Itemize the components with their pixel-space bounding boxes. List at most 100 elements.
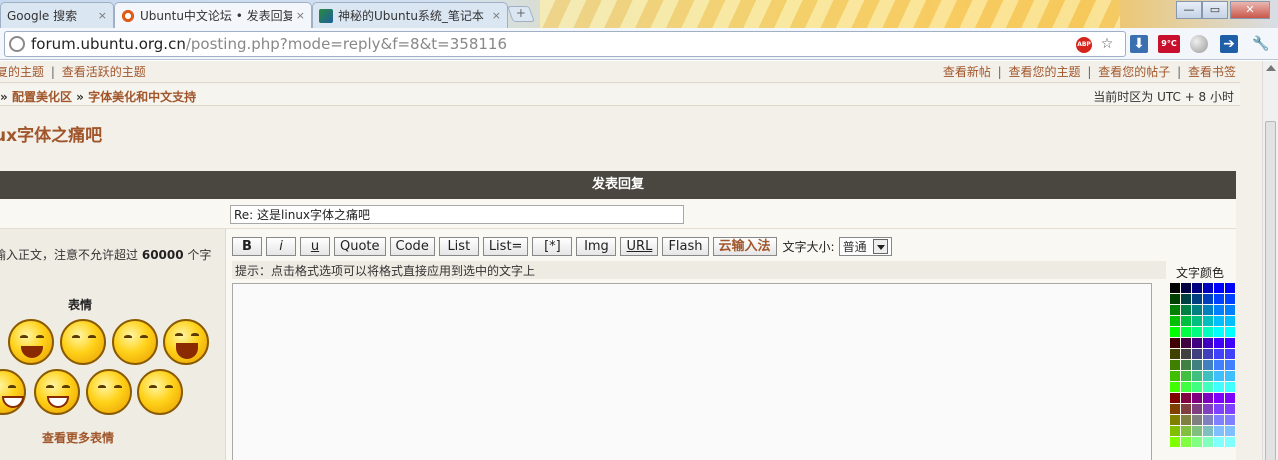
- share-icon[interactable]: ➔: [1220, 35, 1238, 53]
- color-swatch[interactable]: [1225, 382, 1235, 392]
- nav-bookmarks[interactable]: 查看书签: [1188, 65, 1236, 79]
- color-swatch[interactable]: [1170, 316, 1180, 326]
- font-size-select[interactable]: 普通: [838, 236, 892, 256]
- color-swatch[interactable]: [1225, 338, 1235, 348]
- color-swatch[interactable]: [1192, 382, 1202, 392]
- color-swatch[interactable]: [1214, 338, 1224, 348]
- color-swatch[interactable]: [1225, 283, 1235, 293]
- color-swatch[interactable]: [1192, 415, 1202, 425]
- color-swatch[interactable]: [1181, 393, 1191, 403]
- color-swatch[interactable]: [1170, 349, 1180, 359]
- color-swatch[interactable]: [1181, 360, 1191, 370]
- maximize-button[interactable]: ▭: [1202, 1, 1228, 19]
- smiley-giggle-icon[interactable]: [112, 319, 158, 365]
- color-swatch[interactable]: [1170, 294, 1180, 304]
- color-swatch[interactable]: [1203, 305, 1213, 315]
- color-swatch[interactable]: [1214, 349, 1224, 359]
- color-swatch[interactable]: [1203, 393, 1213, 403]
- nav-your-posts[interactable]: 查看您的帖子: [1098, 65, 1170, 79]
- color-swatch[interactable]: [1192, 349, 1202, 359]
- color-swatch[interactable]: [1214, 327, 1224, 337]
- color-swatch[interactable]: [1203, 382, 1213, 392]
- ordered-list-button[interactable]: List=: [482, 236, 529, 256]
- smiley-tongue-icon[interactable]: [8, 319, 54, 365]
- close-window-button[interactable]: ✕: [1230, 1, 1270, 19]
- color-swatch[interactable]: [1181, 404, 1191, 414]
- color-swatch[interactable]: [1214, 371, 1224, 381]
- color-swatch[interactable]: [1203, 338, 1213, 348]
- color-swatch[interactable]: [1203, 360, 1213, 370]
- tab-ubuntu-notebook[interactable]: 神秘的Ubuntu系统_笔记本 ×: [312, 2, 508, 28]
- color-swatch[interactable]: [1225, 371, 1235, 381]
- wrench-icon[interactable]: 🔧: [1252, 35, 1270, 53]
- new-tab-button[interactable]: +: [507, 6, 535, 22]
- color-swatch[interactable]: [1214, 360, 1224, 370]
- color-swatch[interactable]: [1170, 415, 1180, 425]
- color-swatch[interactable]: [1181, 338, 1191, 348]
- color-swatch[interactable]: [1192, 426, 1202, 436]
- color-swatch[interactable]: [1170, 426, 1180, 436]
- color-swatch[interactable]: [1181, 382, 1191, 392]
- color-swatch[interactable]: [1214, 305, 1224, 315]
- color-swatch[interactable]: [1214, 283, 1224, 293]
- color-swatch[interactable]: [1192, 393, 1202, 403]
- topic-title[interactable]: ux字体之痛吧: [0, 121, 102, 146]
- scroll-up-icon[interactable]: [1266, 65, 1276, 71]
- color-swatch[interactable]: [1170, 305, 1180, 315]
- nav-unanswered-topics[interactable]: 复的主题: [0, 65, 44, 79]
- color-swatch[interactable]: [1203, 349, 1213, 359]
- code-button[interactable]: Code: [389, 236, 435, 256]
- color-swatch[interactable]: [1225, 294, 1235, 304]
- nav-active-topics[interactable]: 查看活跃的主题: [62, 65, 146, 79]
- scrollbar-thumb[interactable]: [1265, 121, 1276, 460]
- color-swatch[interactable]: [1225, 316, 1235, 326]
- bold-button[interactable]: B: [232, 236, 262, 256]
- color-swatch[interactable]: [1192, 404, 1202, 414]
- page-scrollbar[interactable]: [1262, 61, 1278, 460]
- color-swatch[interactable]: [1214, 404, 1224, 414]
- cloud-ime-button[interactable]: 云输入法: [712, 236, 777, 256]
- color-swatch[interactable]: [1203, 437, 1213, 447]
- weather-icon[interactable]: 9°C: [1158, 35, 1180, 53]
- download-icon[interactable]: ⬇: [1130, 35, 1148, 53]
- color-swatch[interactable]: [1225, 393, 1235, 403]
- italic-button[interactable]: i: [266, 236, 296, 256]
- color-swatch[interactable]: [1214, 294, 1224, 304]
- close-icon[interactable]: ×: [492, 9, 501, 22]
- url-button[interactable]: URL: [620, 236, 659, 256]
- color-swatch[interactable]: [1170, 437, 1180, 447]
- color-swatch[interactable]: [1192, 338, 1202, 348]
- color-swatch[interactable]: [1214, 316, 1224, 326]
- color-swatch[interactable]: [1203, 283, 1213, 293]
- color-swatch[interactable]: [1192, 305, 1202, 315]
- smiley-thumbsup-icon[interactable]: [86, 369, 132, 415]
- color-swatch[interactable]: [1214, 415, 1224, 425]
- color-swatch[interactable]: [1181, 316, 1191, 326]
- color-swatch[interactable]: [1225, 404, 1235, 414]
- color-swatch[interactable]: [1181, 349, 1191, 359]
- color-swatch[interactable]: [1170, 283, 1180, 293]
- underline-button[interactable]: u: [300, 236, 330, 256]
- color-swatch[interactable]: [1225, 426, 1235, 436]
- flash-button[interactable]: Flash: [662, 236, 709, 256]
- color-swatch[interactable]: [1214, 393, 1224, 403]
- color-swatch[interactable]: [1214, 382, 1224, 392]
- list-item-button[interactable]: [*]: [532, 236, 573, 256]
- color-swatch[interactable]: [1192, 294, 1202, 304]
- message-textarea[interactable]: [232, 283, 1152, 460]
- color-swatch[interactable]: [1181, 283, 1191, 293]
- quote-button[interactable]: Quote: [334, 236, 386, 256]
- color-swatch[interactable]: [1225, 360, 1235, 370]
- close-icon[interactable]: ×: [98, 9, 107, 22]
- breadcrumb-item-customization[interactable]: 配置美化区: [12, 90, 72, 104]
- star-icon[interactable]: ☆: [1098, 35, 1116, 53]
- color-swatch[interactable]: [1192, 283, 1202, 293]
- smiley-shy-icon[interactable]: [60, 319, 106, 365]
- color-swatch[interactable]: [1192, 327, 1202, 337]
- color-swatch[interactable]: [1181, 371, 1191, 381]
- smiley-dizzy-icon[interactable]: [137, 369, 183, 415]
- color-swatch[interactable]: [1181, 305, 1191, 315]
- color-swatch[interactable]: [1170, 338, 1180, 348]
- color-palette[interactable]: [1170, 283, 1235, 447]
- nav-your-topics[interactable]: 查看您的主题: [1009, 65, 1081, 79]
